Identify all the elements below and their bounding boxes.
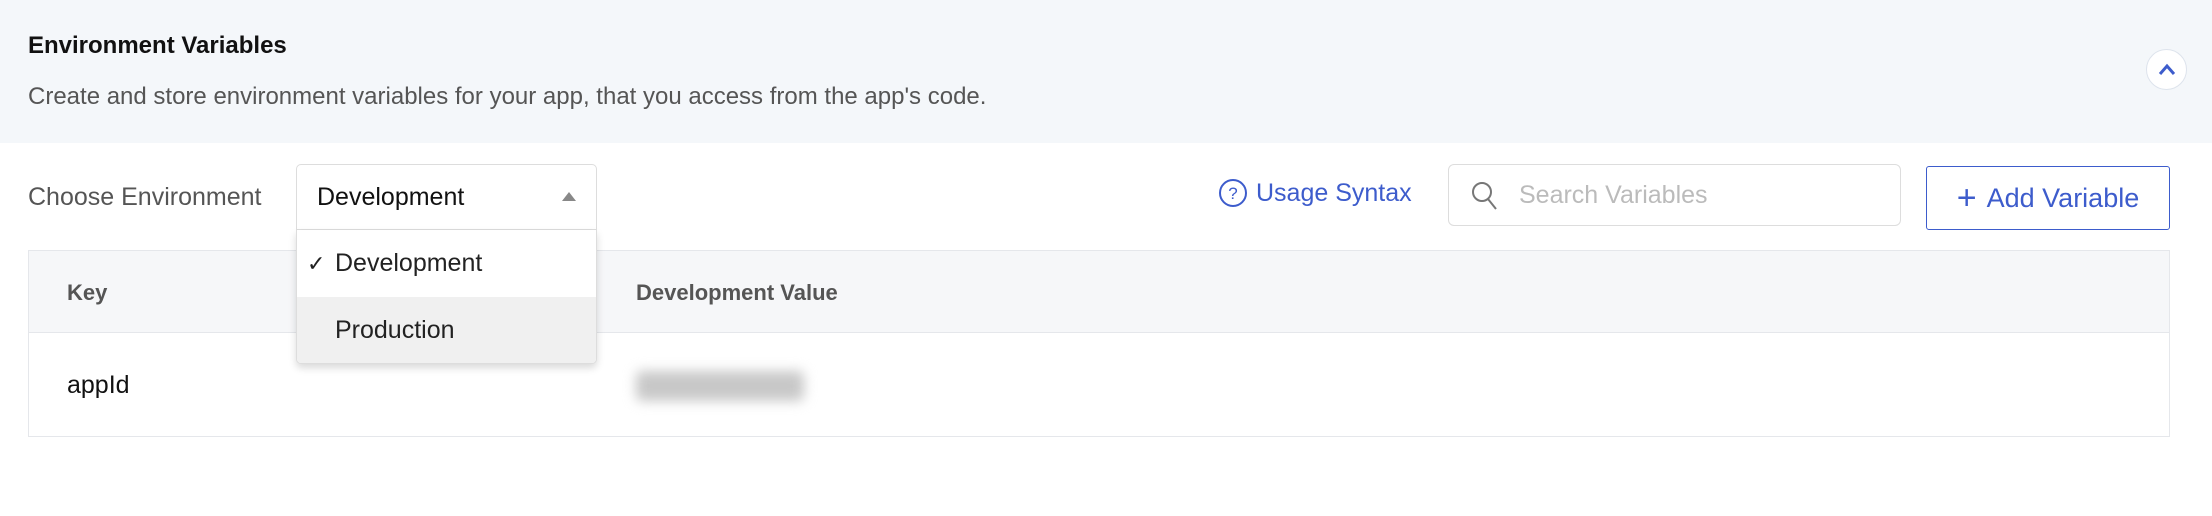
usage-syntax-label: Usage Syntax — [1256, 178, 1412, 207]
option-development[interactable]: ✓ Development — [297, 230, 596, 297]
option-label: Production — [335, 316, 455, 344]
check-icon: ✓ — [307, 251, 326, 276]
collapse-button[interactable] — [2146, 49, 2187, 90]
environment-dropdown-menu: ✓ Development Production — [296, 230, 597, 364]
option-production[interactable]: Production — [297, 297, 596, 363]
variable-value-blurred — [636, 371, 804, 401]
chevron-up-icon — [2158, 63, 2175, 75]
column-header-key: Key — [67, 280, 108, 305]
plus-icon: + — [1956, 178, 1977, 217]
environment-selected-value: Development — [317, 183, 465, 211]
search-icon — [1472, 182, 1497, 210]
option-label: Development — [335, 249, 483, 277]
add-variable-button[interactable]: + Add Variable — [1926, 166, 2170, 230]
environment-select[interactable]: Development — [296, 164, 597, 230]
section-subtitle: Create and store environment variables f… — [28, 83, 987, 110]
add-variable-label: Add Variable — [1986, 182, 2140, 213]
search-input[interactable] — [1519, 165, 1889, 225]
column-header-value: Development Value — [636, 280, 838, 305]
svg-text:?: ? — [1228, 184, 1237, 203]
caret-up-icon — [562, 192, 576, 201]
section-title: Environment Variables — [28, 32, 287, 59]
search-box — [1448, 164, 1901, 226]
section-header: Environment Variables Create and store e… — [0, 0, 2212, 143]
help-circle-icon: ? — [1219, 179, 1247, 207]
variable-key: appId — [67, 371, 130, 399]
usage-syntax-link[interactable]: ? Usage Syntax — [1218, 178, 1412, 208]
choose-environment-label: Choose Environment — [28, 183, 262, 211]
